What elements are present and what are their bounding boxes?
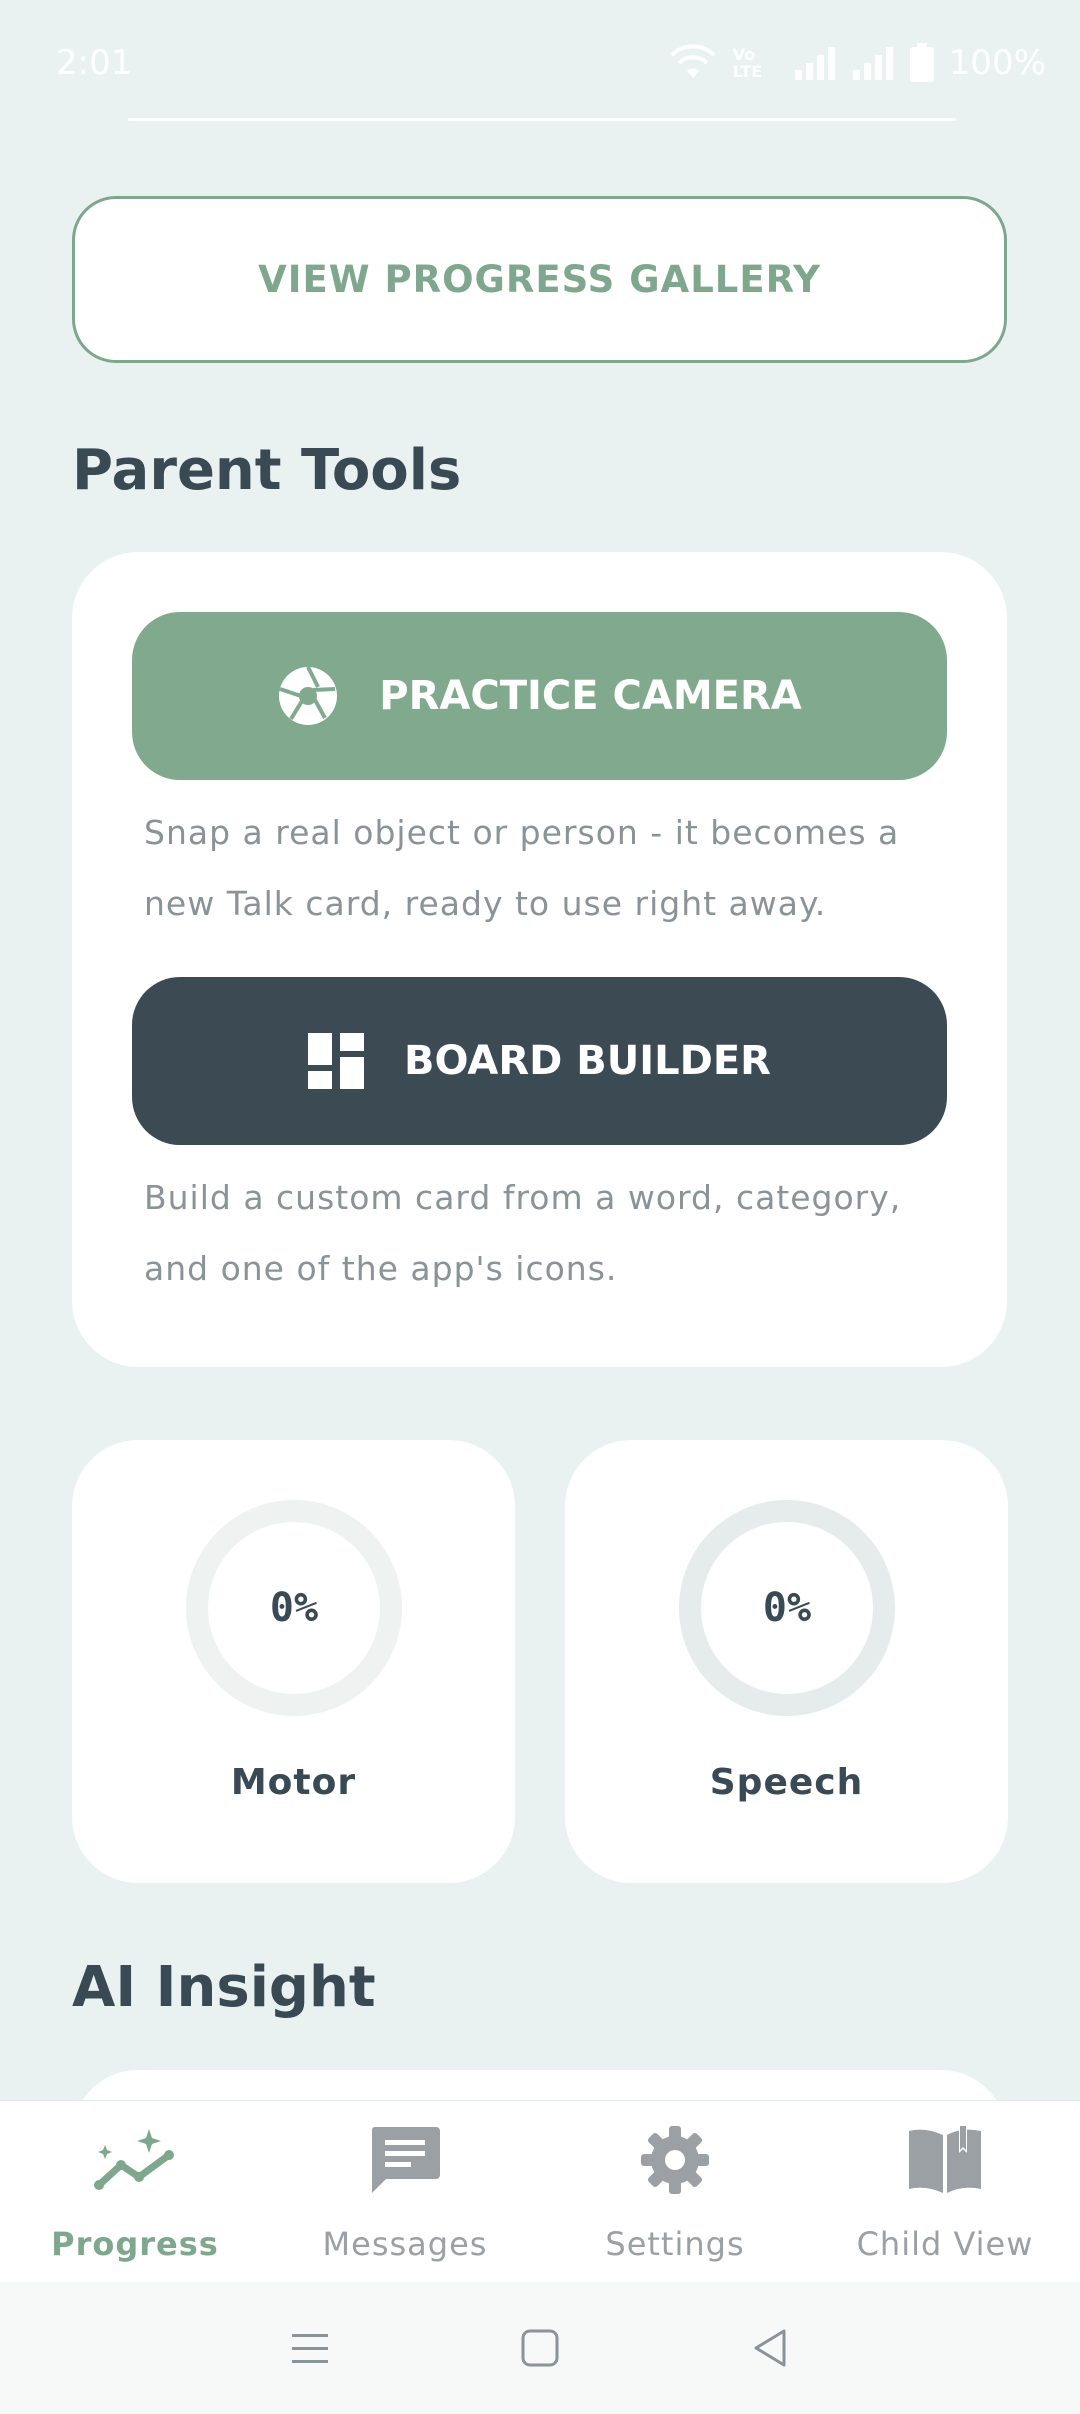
motor-progress-value: 0% [269,1585,319,1631]
gear-icon [641,2126,709,2194]
battery-icon [909,42,934,82]
recents-menu-icon[interactable] [290,2328,330,2368]
system-navigation-bar [0,2282,1080,2414]
volte-indicator: Vo LTE [732,44,763,81]
status-bar: 2:01 Vo LTE 100% [0,0,1080,125]
motor-label: Motor [230,1762,357,1803]
gallery-button-label: VIEW PROGRESS GALLERY [258,258,821,301]
speech-label: Speech [709,1762,864,1803]
nav-item-progress[interactable]: Progress [0,2101,270,2282]
view-progress-gallery-button[interactable]: VIEW PROGRESS GALLERY [72,196,1007,363]
ai-insight-title: AI Insight [72,1955,376,2020]
speech-progress-card[interactable]: 0% Speech [565,1440,1008,1883]
status-time: 2:01 [56,42,133,83]
nav-label-messages: Messages [322,2225,488,2263]
wifi-icon [670,43,716,78]
board-builder-label: BOARD BUILDER [404,1038,771,1084]
book-icon [909,2125,981,2193]
nav-label-child-view: Child View [856,2225,1034,2263]
speech-progress-ring: 0% [679,1500,895,1716]
practice-camera-button[interactable]: PRACTICE CAMERA [132,612,947,780]
nav-item-child-view[interactable]: Child View [810,2101,1080,2282]
bottom-navigation: Progress Messages Settings Child View [0,2100,1080,2282]
home-icon[interactable] [520,2328,560,2368]
nav-item-messages[interactable]: Messages [270,2101,540,2282]
back-icon[interactable] [750,2328,790,2368]
signal-icon [794,46,835,80]
nav-label-progress: Progress [51,2225,219,2263]
parent-tools-card: PRACTICE CAMERA Snap a real object or pe… [72,552,1007,1367]
dashboard-grid-icon [308,1033,364,1089]
motor-progress-ring: 0% [186,1500,402,1716]
camera-shutter-icon [279,666,338,725]
battery-percent: 100% [948,42,1046,83]
message-icon [371,2127,440,2193]
nav-label-settings: Settings [605,2225,745,2263]
top-divider [128,118,956,121]
nav-item-settings[interactable]: Settings [540,2101,810,2282]
board-builder-button[interactable]: BOARD BUILDER [132,977,947,1145]
board-builder-description: Build a custom card from a word, categor… [144,1178,902,1288]
speech-progress-value: 0% [762,1585,812,1631]
sparkle-trend-icon [94,2129,174,2190]
motor-progress-card[interactable]: 0% Motor [72,1440,515,1883]
status-icons: Vo LTE 100% [667,42,1046,83]
practice-camera-description: Snap a real object or person - it become… [144,813,900,923]
practice-camera-label: PRACTICE CAMERA [379,673,802,719]
signal-icon-2 [852,46,893,80]
parent-tools-title: Parent Tools [72,438,462,503]
